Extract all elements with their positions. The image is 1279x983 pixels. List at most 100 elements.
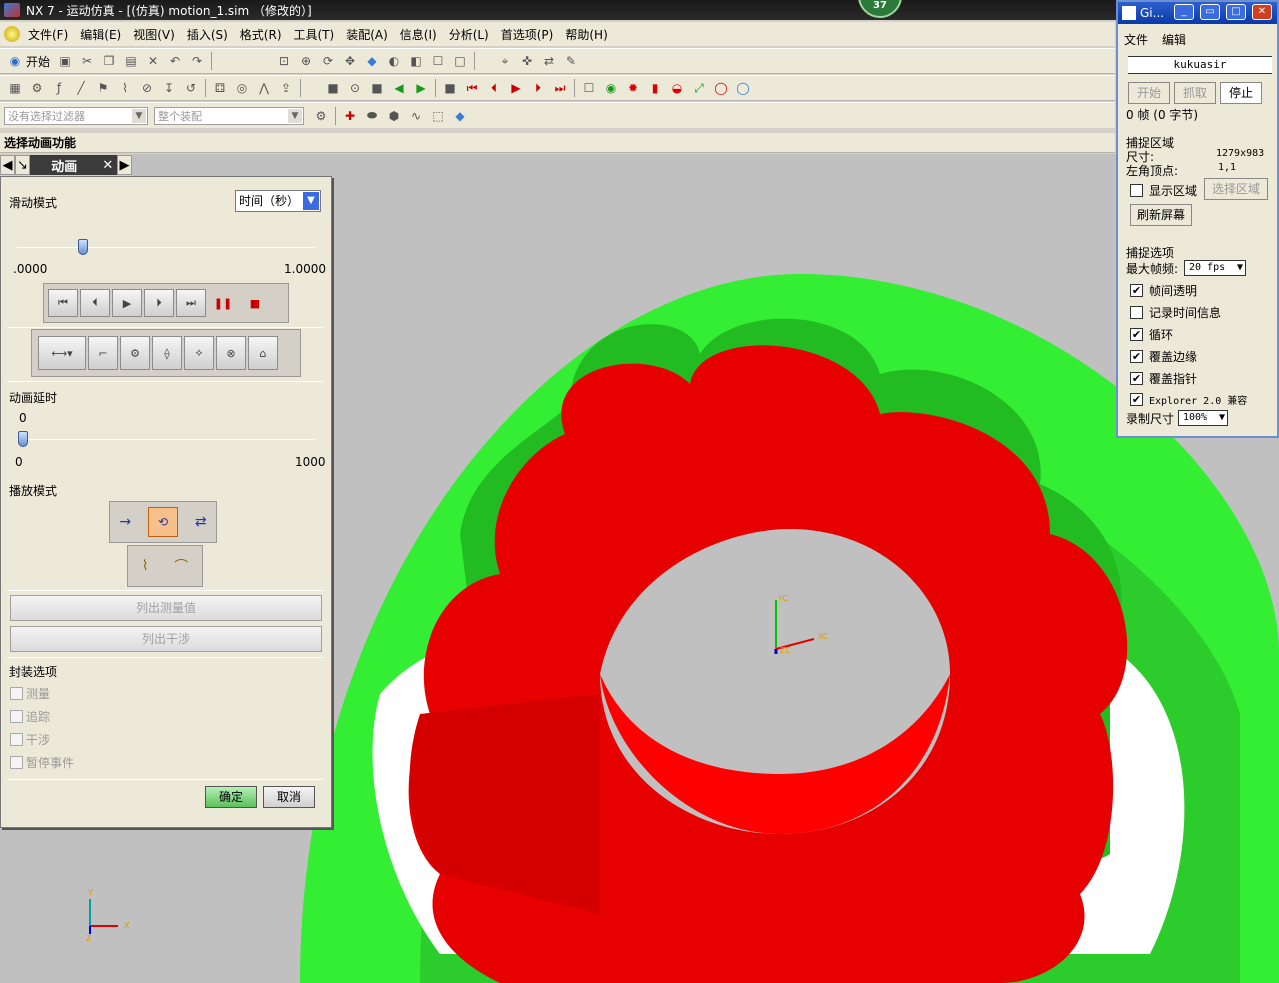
box-select-icon[interactable]: ⬚ xyxy=(429,107,447,125)
play-button[interactable]: ▶ xyxy=(112,289,142,317)
checkbox-icon[interactable]: ✔ xyxy=(1130,393,1143,406)
checkbox-icon[interactable]: ✔ xyxy=(1130,284,1143,297)
start-button[interactable]: 开始 xyxy=(26,53,50,70)
rotate-icon[interactable]: ⟳ xyxy=(319,52,337,70)
curve-icon[interactable]: ∿ xyxy=(407,107,425,125)
step-forward-icon[interactable]: ⏵ xyxy=(529,79,547,97)
time-slider-thumb[interactable] xyxy=(77,239,88,255)
gif-refresh-button[interactable]: 刷新屏幕 xyxy=(1130,204,1192,226)
checkbox-icon[interactable] xyxy=(10,710,23,723)
menu-format[interactable]: 格式(R) xyxy=(234,26,288,43)
paint-icon[interactable]: ◒ xyxy=(668,79,686,97)
cube-icon[interactable]: ■ xyxy=(368,79,386,97)
gif-menu-edit[interactable]: 编辑 xyxy=(1162,31,1186,48)
color-icon[interactable]: □ xyxy=(451,52,469,70)
sequence-button[interactable]: ⟡ xyxy=(184,336,214,370)
gif-option-3[interactable]: ✔ 覆盖边缘 xyxy=(1130,348,1197,365)
redo-icon[interactable]: ↷ xyxy=(188,52,206,70)
part-icon[interactable]: ◆ xyxy=(451,107,469,125)
ring-red-icon[interactable]: ◯ xyxy=(712,79,730,97)
gif-show-area-option[interactable]: 显示区域 xyxy=(1130,182,1197,199)
menu-assembly[interactable]: 装配(A) xyxy=(340,26,394,43)
damper-icon[interactable]: ⊘ xyxy=(138,79,156,97)
force-icon[interactable]: ↧ xyxy=(160,79,178,97)
pin-icon[interactable]: ↘ xyxy=(14,155,30,175)
torque-icon[interactable]: ↺ xyxy=(182,79,200,97)
envelope-option-trace[interactable]: 追踪 xyxy=(10,708,50,725)
play-icon[interactable]: ▶ xyxy=(507,79,525,97)
envelope-option-measure[interactable]: 测量 xyxy=(10,685,50,702)
slide-mode-select[interactable]: 时间（秒） ▼ xyxy=(235,190,321,212)
gif-option-0[interactable]: ✔ 帧间透明 xyxy=(1130,282,1197,299)
stop-button[interactable]: ■ xyxy=(240,289,270,317)
gear-red-icon[interactable]: ✹ xyxy=(624,79,642,97)
close-icon[interactable]: ✕ xyxy=(1252,4,1272,20)
delay-slider-thumb[interactable] xyxy=(18,431,28,447)
ring-blue-icon[interactable]: ◯ xyxy=(734,79,752,97)
gif-menu-file[interactable]: 文件 xyxy=(1124,31,1148,48)
motion-nav-icon[interactable]: ▦ xyxy=(6,79,24,97)
start-icon[interactable]: ◉ xyxy=(6,52,24,70)
menu-preferences[interactable]: 首选项(P) xyxy=(495,26,560,43)
list-interference-button[interactable]: 列出干涉 xyxy=(10,626,322,652)
link-icon[interactable]: ╱ xyxy=(72,79,90,97)
gif-max-fps-select[interactable]: 20 fps ▼ xyxy=(1184,260,1246,276)
menu-insert[interactable]: 插入(S) xyxy=(181,26,234,43)
gif-stop-button[interactable]: 停止 xyxy=(1220,82,1262,104)
gif-option-5[interactable]: ✔ Explorer 2.0 兼容 xyxy=(1130,392,1247,407)
tab-animation[interactable]: 动画 xyxy=(29,155,99,175)
save-icon[interactable]: ▣ xyxy=(56,52,74,70)
gif-option-1[interactable]: 记录时间信息 xyxy=(1130,304,1221,321)
gif-option-2[interactable]: ✔ 循环 xyxy=(1130,326,1173,343)
checkbox-icon[interactable] xyxy=(10,756,23,769)
checkbox-icon[interactable] xyxy=(1130,306,1143,319)
restore-icon[interactable]: ▭ xyxy=(1200,4,1220,20)
snap-icon[interactable]: ✜ xyxy=(518,52,536,70)
sketch-icon[interactable]: ✎ xyxy=(562,52,580,70)
fit-icon[interactable]: ⊡ xyxy=(275,52,293,70)
pause-button[interactable]: ❚❚ xyxy=(208,289,238,317)
envelope-option-interference[interactable]: 干涉 xyxy=(10,731,50,748)
ok-button[interactable]: 确定 xyxy=(205,786,257,808)
export-button[interactable]: ⌂ xyxy=(248,336,278,370)
snapshot-button[interactable]: ⌐ xyxy=(88,336,118,370)
delete-icon[interactable]: ✕ xyxy=(144,52,162,70)
environment-icon[interactable]: ⚙ xyxy=(28,79,46,97)
rewind-icon[interactable]: ⏮ xyxy=(463,79,481,97)
gif-start-button[interactable]: 开始 xyxy=(1128,82,1170,104)
checkbox-icon[interactable]: ✔ xyxy=(1130,372,1143,385)
path-curve-icon[interactable]: ⌒ xyxy=(174,556,188,576)
selection-filter-select[interactable]: 没有选择过滤器 ▼ xyxy=(4,106,148,125)
rewind-button[interactable]: ⏮ xyxy=(48,289,78,317)
select-icon[interactable]: ⌖ xyxy=(496,52,514,70)
filter-settings-icon[interactable]: ⚙ xyxy=(312,107,330,125)
step-back-icon[interactable]: ⏴ xyxy=(485,79,503,97)
face-icon[interactable]: ⬬ xyxy=(363,107,381,125)
new-doc-icon[interactable]: ☐ xyxy=(580,79,598,97)
solver-icon[interactable]: ⚃ xyxy=(211,79,229,97)
zoom-icon[interactable]: ⊕ xyxy=(297,52,315,70)
joint-icon[interactable]: ⚑ xyxy=(94,79,112,97)
point-icon[interactable]: ⊙ xyxy=(346,79,364,97)
menu-edit[interactable]: 编辑(E) xyxy=(74,26,127,43)
layer-icon[interactable]: ☐ xyxy=(429,52,447,70)
gif-record-size-select[interactable]: 100% ▼ xyxy=(1178,410,1228,426)
cylinder-icon[interactable]: ▮ xyxy=(646,79,664,97)
menu-analysis[interactable]: 分析(L) xyxy=(443,26,495,43)
menu-view[interactable]: 视图(V) xyxy=(127,26,181,43)
body-icon[interactable]: ⬢ xyxy=(385,107,403,125)
gif-option-4[interactable]: ✔ 覆盖指针 xyxy=(1130,370,1197,387)
checkbox-icon[interactable] xyxy=(1130,184,1143,197)
bulb-icon[interactable] xyxy=(4,26,20,42)
paste-icon[interactable]: ▤ xyxy=(122,52,140,70)
assembly-scope-select[interactable]: 整个装配 ▼ xyxy=(154,106,304,125)
trace-button[interactable]: ⚙ xyxy=(120,336,150,370)
play-once-icon[interactable]: → xyxy=(119,514,131,530)
snap-point-icon[interactable]: ✚ xyxy=(341,107,359,125)
reciprocate-icon[interactable]: ⇄ xyxy=(195,514,207,530)
step-back-button[interactable]: ⏴ xyxy=(80,289,110,317)
checkbox-icon[interactable]: ✔ xyxy=(1130,350,1143,363)
view-orient-icon[interactable]: ◧ xyxy=(407,52,425,70)
gif-select-area-button[interactable]: 选择区域 xyxy=(1204,178,1268,200)
function-icon[interactable]: ƒ xyxy=(50,79,68,97)
